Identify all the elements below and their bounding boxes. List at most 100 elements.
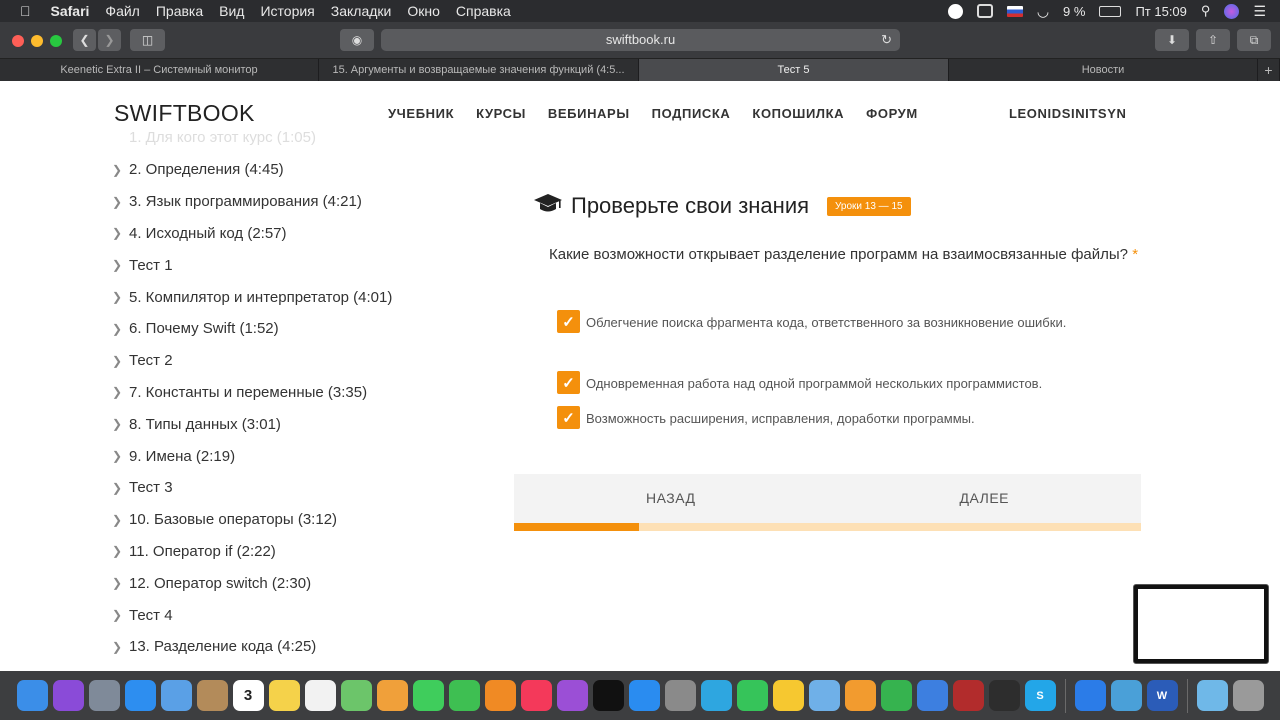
menu-bookmarks[interactable]: Закладки — [323, 3, 400, 19]
lesson-item[interactable]: ❯ 4. Исходный код (2:57) — [112, 218, 392, 250]
privacy-report-icon[interactable]: ◉ — [340, 29, 374, 51]
activity-monitor-icon[interactable] — [988, 680, 1020, 711]
reminders-icon[interactable] — [304, 680, 336, 711]
site-logo[interactable]: SWIFTBOOK — [114, 100, 255, 127]
sidebar-toggle-icon[interactable]: ◫ — [130, 29, 165, 51]
screenshot-thumbnail[interactable] — [1133, 584, 1269, 664]
lesson-item[interactable]: ❯ 2. Определения (4:45) — [112, 154, 392, 186]
maps-icon[interactable] — [340, 680, 372, 711]
tab-keenetic[interactable]: Keenetic Extra II – Системный монитор — [0, 59, 319, 81]
answer-option[interactable]: ✓ Облегчение поиска фрагмента кода, отве… — [557, 310, 1076, 336]
reload-icon[interactable]: ↻ — [881, 29, 892, 51]
finder-icon[interactable] — [16, 680, 48, 711]
answer-option[interactable]: ✓ Одновременная работа над одной програм… — [557, 371, 1076, 397]
nav-textbook[interactable]: УЧЕБНИК — [388, 106, 454, 121]
music-icon[interactable] — [520, 680, 552, 711]
tv-icon[interactable] — [592, 680, 624, 711]
tab-functions-lesson[interactable]: 15. Аргументы и возвращаемые значения фу… — [319, 59, 639, 81]
mail-icon[interactable] — [160, 680, 192, 711]
lesson-item[interactable]: ❯ 8. Типы данных (3:01) — [112, 408, 392, 440]
airplay-icon[interactable] — [976, 4, 993, 18]
launchpad-icon[interactable] — [88, 680, 120, 711]
nav-subscription[interactable]: ПОДПИСКА — [652, 106, 731, 121]
downloads-folder-icon[interactable] — [1196, 680, 1228, 711]
whatsapp-icon[interactable] — [736, 680, 768, 711]
user-menu[interactable]: LEONIDSINITSYN — [1009, 106, 1126, 121]
checkbox-checked-icon[interactable]: ✓ — [557, 371, 580, 394]
lesson-item[interactable]: ❯ Тест 4 — [112, 599, 392, 631]
checkbox-checked-icon[interactable]: ✓ — [557, 406, 580, 429]
messages-icon[interactable] — [412, 680, 444, 711]
network-utility-icon[interactable] — [1110, 680, 1142, 711]
menu-app-name[interactable]: Safari — [43, 3, 98, 19]
wifi-icon[interactable]: ◡ — [1037, 3, 1049, 20]
downloads-icon[interactable]: ⬇ — [1155, 29, 1189, 51]
lesson-item[interactable]: ❯ Тест 1 — [112, 249, 392, 281]
xcode-icon[interactable] — [1074, 680, 1106, 711]
menu-edit[interactable]: Правка — [148, 3, 211, 19]
lesson-item[interactable]: ❯ 10. Базовые операторы (3:12) — [112, 504, 392, 536]
app-store-icon[interactable] — [628, 680, 660, 711]
next-button[interactable]: ДАЛЕЕ — [828, 474, 1142, 523]
facetime-icon[interactable] — [448, 680, 480, 711]
menu-window[interactable]: Окно — [399, 3, 448, 19]
spotlight-search-icon[interactable]: ⚲ — [1201, 3, 1211, 19]
lesson-item[interactable]: ❯ 11. Оператор if (2:22) — [112, 536, 392, 568]
minimize-window-icon[interactable] — [31, 35, 43, 47]
battery-percent[interactable]: 9 % — [1063, 4, 1085, 19]
nav-forum[interactable]: ФОРУМ — [866, 106, 918, 121]
pages-icon[interactable] — [844, 680, 876, 711]
skype-icon[interactable]: S — [1024, 680, 1056, 711]
lesson-item[interactable]: ❯ 13. Разделение кода (4:25) — [112, 631, 392, 663]
telegram-status-icon[interactable] — [947, 3, 963, 19]
notes-icon[interactable] — [268, 680, 300, 711]
forward-icon[interactable]: ❯ — [98, 29, 121, 51]
share-icon[interactable]: ⇧ — [1196, 29, 1230, 51]
tips-icon[interactable] — [772, 680, 804, 711]
input-source-flag-icon[interactable] — [1006, 5, 1023, 17]
new-tab-button[interactable]: + — [1258, 59, 1280, 81]
battery-icon[interactable] — [1099, 5, 1122, 17]
lesson-item[interactable]: ❯ 6. Почему Swift (1:52) — [112, 313, 392, 345]
calendar-icon[interactable]: 3 — [232, 680, 264, 711]
siri-icon[interactable] — [52, 680, 84, 711]
preview-icon[interactable] — [808, 680, 840, 711]
lesson-item[interactable]: ❯ Тест 2 — [112, 345, 392, 377]
clock[interactable]: Пт 15:09 — [1135, 4, 1186, 19]
lesson-item[interactable]: ❯ 5. Компилятор и интерпретатор (4:01) — [112, 281, 392, 313]
lesson-item[interactable]: ❯ 12. Оператор switch (2:30) — [112, 567, 392, 599]
back-icon[interactable]: ❮ — [73, 29, 96, 51]
word-icon[interactable]: W — [1146, 680, 1178, 711]
close-window-icon[interactable] — [12, 35, 24, 47]
telegram-icon[interactable] — [700, 680, 732, 711]
zoom-window-icon[interactable] — [50, 35, 62, 47]
books-icon[interactable] — [484, 680, 516, 711]
podcasts-icon[interactable] — [556, 680, 588, 711]
menu-view[interactable]: Вид — [211, 3, 252, 19]
nav-koposhilka[interactable]: КОПОШИЛКА — [752, 106, 844, 121]
tab-test-5[interactable]: Тест 5 — [639, 59, 949, 81]
nav-courses[interactable]: КУРСЫ — [476, 106, 526, 121]
address-bar[interactable]: swiftbook.ru ↻ — [381, 29, 900, 51]
menu-help[interactable]: Справка — [448, 3, 519, 19]
back-button[interactable]: НАЗАД — [514, 474, 828, 523]
answer-option[interactable]: ✓ Возможность расширения, исправления, д… — [557, 406, 1076, 432]
lesson-item[interactable]: ❯ Тест 3 — [112, 472, 392, 504]
tab-overview-icon[interactable]: ⧉ — [1237, 29, 1271, 51]
nav-webinars[interactable]: ВЕБИНАРЫ — [548, 106, 630, 121]
tab-news[interactable]: Новости — [949, 59, 1258, 81]
apple-icon[interactable]:  — [0, 3, 43, 19]
trash-icon[interactable] — [1232, 680, 1264, 711]
siri-status-icon[interactable] — [1224, 3, 1240, 19]
lesson-item-partial[interactable]: 1. Для кого этот курс (1:05) — [129, 129, 316, 146]
menu-file[interactable]: Файл — [97, 3, 147, 19]
safari-icon[interactable] — [124, 680, 156, 711]
numbers-icon[interactable] — [880, 680, 912, 711]
lesson-item[interactable]: ❯ 9. Имена (2:19) — [112, 440, 392, 472]
dictionary-icon[interactable] — [952, 680, 984, 711]
lesson-item[interactable]: ❯ 3. Язык программирования (4:21) — [112, 186, 392, 218]
system-preferences-icon[interactable] — [664, 680, 696, 711]
contacts-icon[interactable] — [196, 680, 228, 711]
checkbox-checked-icon[interactable]: ✓ — [557, 310, 580, 333]
keynote-icon[interactable] — [916, 680, 948, 711]
